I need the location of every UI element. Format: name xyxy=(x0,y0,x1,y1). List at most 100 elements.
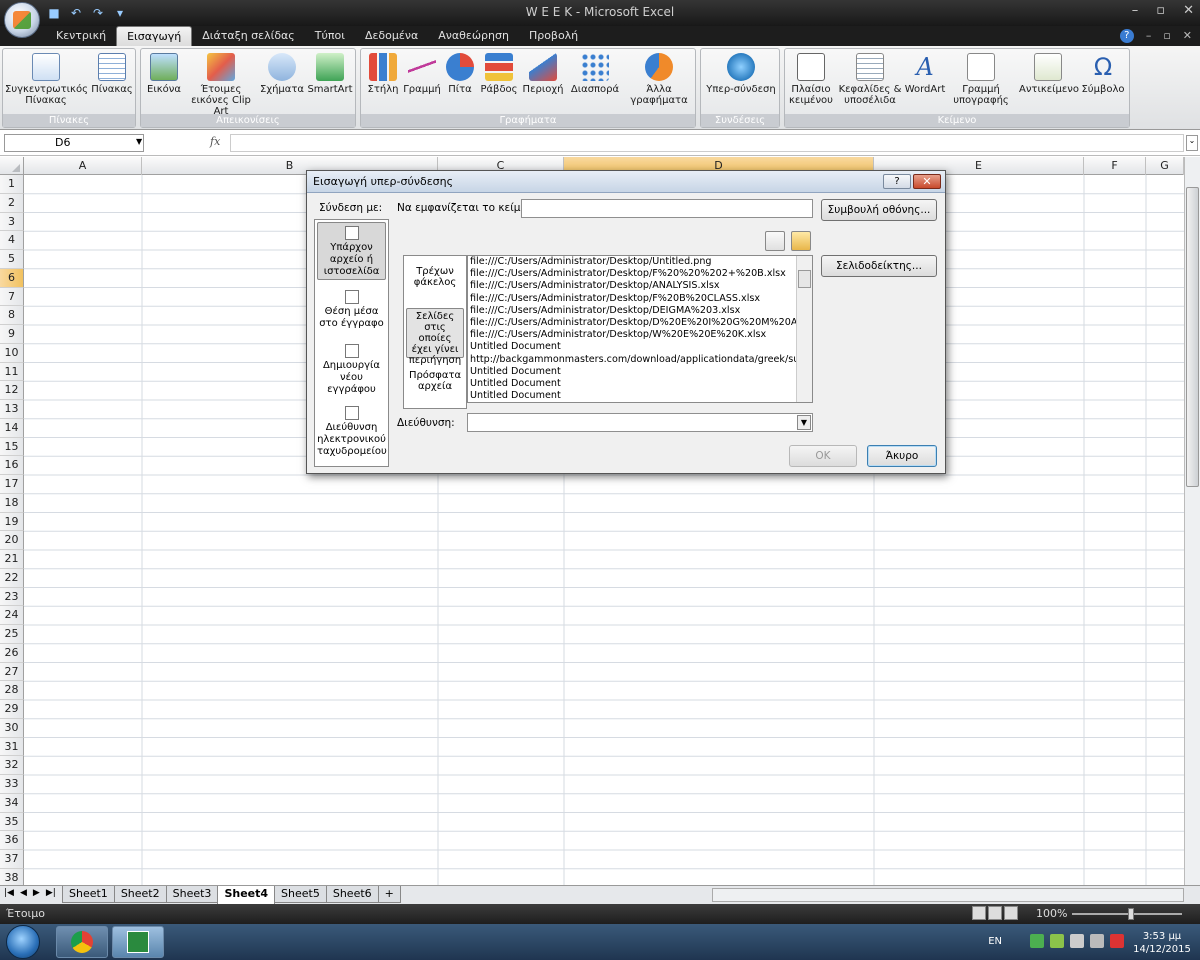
last-sheet-icon[interactable]: ▶| xyxy=(46,888,56,898)
row-header-37[interactable]: 37 xyxy=(0,850,24,869)
insert-sheet-icon[interactable]: + xyxy=(377,886,401,903)
sheet-tab-4[interactable]: Sheet4 xyxy=(217,886,276,905)
row-header-16[interactable]: 16 xyxy=(0,456,24,475)
row-header-13[interactable]: 13 xyxy=(0,400,24,419)
sheet-tab-5[interactable]: Sheet5 xyxy=(274,886,327,903)
page-break-view-icon[interactable] xyxy=(1004,906,1018,920)
row-header-17[interactable]: 17 xyxy=(0,475,24,494)
list-item[interactable]: file:///C:/Users/Administrator/Desktop/U… xyxy=(468,256,812,268)
smartart-button[interactable]: SmartArt xyxy=(307,53,353,95)
row-header-34[interactable]: 34 xyxy=(0,793,24,813)
row-header-21[interactable]: 21 xyxy=(0,550,24,569)
vertical-scrollbar[interactable] xyxy=(1184,157,1200,885)
row-header-27[interactable]: 27 xyxy=(0,662,24,682)
wordart-button[interactable]: A WordArt xyxy=(903,53,947,95)
link-place-in-document[interactable]: Θέση μέσα στο έγγραφο xyxy=(317,290,386,340)
workbook-restore-icon[interactable]: ▫ xyxy=(1163,29,1170,43)
address-dropdown-icon[interactable]: ▼ xyxy=(797,415,811,430)
signature-line-button[interactable]: Γραμμή υπογραφής xyxy=(947,53,1015,106)
row-header-5[interactable]: 5 xyxy=(0,250,24,269)
row-header-18[interactable]: 18 xyxy=(0,493,24,513)
action-center-icon[interactable] xyxy=(1110,934,1124,948)
ok-button[interactable]: OK xyxy=(789,445,857,467)
sheet-tab-2[interactable]: Sheet2 xyxy=(113,886,167,903)
tray-app-icon[interactable] xyxy=(1030,934,1044,948)
link-email-address[interactable]: Διεύθυνση ηλεκτρονικού ταχυδρομείου xyxy=(317,406,387,464)
pie-chart-button[interactable]: Πίτα xyxy=(443,53,477,95)
row-header-35[interactable]: 35 xyxy=(0,812,24,832)
row-header-10[interactable]: 10 xyxy=(0,343,24,363)
page-layout-view-icon[interactable] xyxy=(988,906,1002,920)
tab-view[interactable]: Προβολή xyxy=(519,26,588,46)
address-input[interactable] xyxy=(467,413,813,432)
row-header-3[interactable]: 3 xyxy=(0,212,24,232)
next-sheet-icon[interactable]: ▶ xyxy=(33,888,40,898)
cancel-button[interactable]: Άκυρο xyxy=(867,445,937,467)
hyperlink-button[interactable]: Υπερ-σύνδεση xyxy=(703,53,779,95)
area-chart-button[interactable]: Περιοχή xyxy=(521,53,565,95)
horizontal-scrollbar[interactable] xyxy=(712,888,1184,902)
list-item[interactable]: file:///C:/Users/Administrator/Desktop/D… xyxy=(468,305,812,317)
office-button[interactable] xyxy=(4,2,40,38)
row-header-24[interactable]: 24 xyxy=(0,606,24,625)
col-header-a[interactable]: A xyxy=(24,157,142,175)
row-header-9[interactable]: 9 xyxy=(0,325,24,344)
link-existing-file[interactable]: Υπάρχον αρχείο ή ιστοσελίδα xyxy=(317,222,386,280)
tab-insert[interactable]: Εισαγωγή xyxy=(116,26,193,46)
bar-chart-button[interactable]: Ράβδος xyxy=(479,53,519,95)
row-header-28[interactable]: 28 xyxy=(0,681,24,700)
workbook-minimize-icon[interactable]: – xyxy=(1146,29,1152,43)
shapes-button[interactable]: Σχήματα xyxy=(259,53,305,95)
list-item[interactable]: file:///C:/Users/Administrator/Desktop/F… xyxy=(468,293,812,305)
select-all-corner[interactable] xyxy=(0,157,24,175)
row-header-32[interactable]: 32 xyxy=(0,756,24,775)
row-header-19[interactable]: 19 xyxy=(0,512,24,532)
display-text-input[interactable] xyxy=(521,199,813,218)
list-item[interactable]: http://backgammonmasters.com/download/ap… xyxy=(468,354,812,366)
file-list[interactable]: file:///C:/Users/Administrator/Desktop/U… xyxy=(467,255,813,403)
textbox-button[interactable]: Πλαίσιο κειμένου xyxy=(787,53,835,106)
file-list-scroll-thumb[interactable] xyxy=(798,270,811,288)
minimize-icon[interactable]: – xyxy=(1132,3,1139,18)
dialog-close-icon[interactable]: ✕ xyxy=(913,174,941,189)
tray-sync-icon[interactable] xyxy=(1050,934,1064,948)
pivot-table-button[interactable]: Συγκεντρωτικός Πίνακας xyxy=(5,53,88,106)
row-header-11[interactable]: 11 xyxy=(0,362,24,382)
other-charts-button[interactable]: Άλλα γραφήματα xyxy=(625,53,693,106)
name-box[interactable]: D6 xyxy=(4,134,144,152)
chrome-task-button[interactable] xyxy=(56,926,108,958)
name-box-dropdown-icon[interactable]: ▼ xyxy=(136,137,142,146)
recent-files-tab[interactable]: Πρόσφατα αρχεία xyxy=(406,370,464,400)
row-header-6[interactable]: 6 xyxy=(0,268,24,288)
start-button[interactable] xyxy=(6,925,40,959)
col-header-g[interactable]: G xyxy=(1146,157,1184,175)
line-chart-button[interactable]: Γραμμή xyxy=(403,53,441,95)
row-header-12[interactable]: 12 xyxy=(0,381,24,400)
screentip-button[interactable]: Συμβουλή οθόνης... xyxy=(821,199,937,221)
row-header-8[interactable]: 8 xyxy=(0,306,24,325)
symbol-button[interactable]: Ω Σύμβολο xyxy=(1079,53,1127,95)
picture-button[interactable]: Εικόνα xyxy=(145,53,183,95)
scatter-chart-button[interactable]: Διασπορά xyxy=(567,53,623,95)
row-header-20[interactable]: 20 xyxy=(0,531,24,550)
browsed-pages-tab[interactable]: Σελίδες στις οποίες έχει γίνει περιήγηση xyxy=(406,308,464,366)
insert-function-icon[interactable]: fx xyxy=(210,135,220,148)
formula-input[interactable] xyxy=(230,134,1184,152)
dialog-help-icon[interactable]: ? xyxy=(883,174,911,189)
row-header-2[interactable]: 2 xyxy=(0,193,24,213)
tab-home[interactable]: Κεντρική xyxy=(46,26,116,46)
header-footer-button[interactable]: Κεφαλίδες & υποσέλιδα xyxy=(837,53,903,106)
col-header-f[interactable]: F xyxy=(1084,157,1146,175)
clipart-button[interactable]: Έτοιμες εικόνες Clip Art xyxy=(183,53,259,117)
list-item[interactable]: file:///C:/Users/Administrator/Desktop/D… xyxy=(468,317,812,329)
list-item[interactable]: Untitled Document xyxy=(468,390,812,402)
restore-icon[interactable]: ▫ xyxy=(1156,3,1165,18)
network-icon[interactable] xyxy=(1090,934,1104,948)
link-new-document[interactable]: Δημιουργία νέου εγγράφου xyxy=(317,344,386,400)
row-header-15[interactable]: 15 xyxy=(0,437,24,457)
zoom-level[interactable]: 100% xyxy=(1036,907,1067,920)
zoom-knob[interactable] xyxy=(1128,908,1134,920)
row-header-31[interactable]: 31 xyxy=(0,737,24,757)
prev-sheet-icon[interactable]: ◀ xyxy=(20,888,27,898)
tab-review[interactable]: Αναθεώρηση xyxy=(428,26,519,46)
